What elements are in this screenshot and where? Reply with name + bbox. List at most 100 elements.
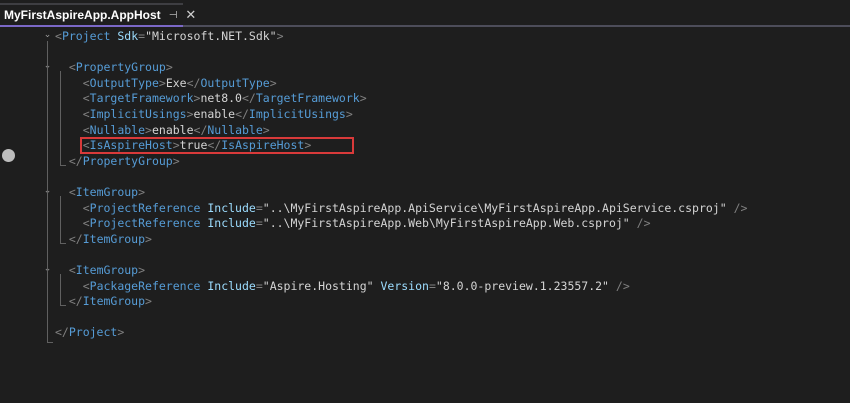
code-token: /> [733, 200, 748, 215]
code-token: > [165, 60, 173, 75]
document-tab[interactable]: MyFirstAspireApp.AppHost ⊣ ✕ [0, 3, 196, 25]
code-token: </ [68, 231, 83, 246]
code-line[interactable]: </Project> [55, 325, 747, 341]
code-token: Include [207, 200, 256, 215]
code-line[interactable] [55, 247, 747, 263]
code-text[interactable]: <Project Sdk="Microsoft.NET.Sdk"> <Prope… [55, 29, 747, 341]
code-line[interactable] [55, 45, 747, 61]
code-token: Project [61, 29, 111, 43]
code-line[interactable]: <OutputType>Exe</OutputType> [55, 76, 747, 92]
tab-title[interactable]: MyFirstAspireApp.AppHost [0, 8, 161, 22]
code-token: enable [193, 106, 236, 121]
code-token: PropertyGroup [82, 153, 173, 168]
code-token: </ [193, 122, 208, 137]
code-token: > [158, 75, 166, 90]
code-line[interactable]: <ProjectReference Include="..\MyFirstAsp… [55, 200, 748, 217]
code-token: "8.0.0-preview.1.23557.2" [435, 278, 609, 293]
code-token: > [172, 153, 180, 168]
code-line[interactable]: <ImplicitUsings>enable</ImplicitUsings> [55, 107, 747, 123]
code-token: > [138, 262, 146, 277]
code-token: Nullable [207, 122, 263, 137]
code-line[interactable]: <Nullable>enable</Nullable> [55, 123, 747, 139]
code-token: > [276, 29, 284, 43]
code-token: > [145, 122, 152, 137]
code-line[interactable]: <PropertyGroup> [55, 60, 747, 76]
code-token: Include [207, 278, 256, 293]
highlight-box [80, 137, 354, 154]
code-line[interactable] [55, 169, 747, 185]
code-line[interactable]: </ItemGroup> [55, 294, 747, 310]
code-token: TargetFramework [89, 91, 194, 106]
code-token: </ [68, 294, 83, 309]
code-token: Sdk [117, 29, 139, 43]
code-token: ImplicitUsings [89, 106, 187, 121]
code-token: PackageReference [89, 278, 201, 293]
code-editor[interactable]: ⌄ ⌄ ⌄ ⌄ <Project Sdk="Microsoft.NET.Sdk"… [0, 27, 850, 403]
code-token: < [82, 91, 90, 106]
code-line[interactable]: </ItemGroup> [55, 232, 747, 248]
code-token: "..\MyFirstAspireApp.Web\MyFirstAspireAp… [262, 216, 630, 231]
code-token: OutputType [89, 75, 159, 90]
code-token: "Aspire.Hosting" [262, 278, 374, 293]
code-token: Exe [165, 75, 187, 90]
code-token: ItemGroup [75, 184, 139, 199]
code-token: > [145, 231, 152, 246]
breakpoint-icon[interactable] [2, 149, 15, 162]
code-token: enable [151, 122, 194, 137]
code-token: > [262, 122, 270, 137]
code-token: ItemGroup [82, 231, 146, 246]
code-line[interactable]: <Project Sdk="Microsoft.NET.Sdk"> [55, 29, 747, 45]
code-token: ImplicitUsings [248, 106, 346, 121]
code-token: > [138, 184, 146, 199]
code-token: > [117, 325, 125, 340]
code-token: OutputType [200, 75, 270, 90]
code-token: > [186, 106, 194, 121]
fold-guide [47, 41, 48, 342]
code-token: < [82, 200, 90, 215]
code-token: < [82, 75, 90, 90]
code-token: < [82, 216, 90, 231]
code-line[interactable]: <ItemGroup> [55, 263, 747, 279]
code-line[interactable]: <ProjectReference Include="..\MyFirstAsp… [55, 216, 747, 232]
code-token: "..\MyFirstAspireApp.ApiService\MyFirstA… [262, 200, 727, 215]
code-token: /> [636, 216, 651, 231]
code-line[interactable]: <TargetFramework>net8.0</TargetFramework… [55, 91, 747, 107]
code-token: ProjectReference [89, 200, 201, 215]
close-icon[interactable]: ✕ [185, 8, 196, 23]
code-token: Nullable [89, 122, 146, 137]
code-line[interactable] [55, 310, 747, 326]
code-token: = [255, 278, 263, 293]
code-token: Project [68, 325, 118, 340]
code-line[interactable]: <PackageReference Include="Aspire.Hostin… [55, 279, 747, 295]
code-token: PropertyGroup [75, 60, 166, 75]
code-token: Include [207, 216, 256, 231]
code-token: > [269, 75, 277, 90]
code-token: </ [235, 106, 249, 121]
chevron-down-icon[interactable]: ⌄ [43, 31, 52, 40]
code-token: < [68, 184, 76, 199]
code-token: TargetFramework [255, 91, 360, 106]
code-token: ItemGroup [82, 294, 146, 309]
code-token: < [55, 29, 62, 43]
pin-icon[interactable]: ⊣ [169, 10, 178, 21]
code-token: ItemGroup [75, 262, 139, 277]
code-token: </ [68, 153, 83, 168]
code-token: "Microsoft.NET.Sdk" [145, 29, 277, 43]
document-tab-bar: MyFirstAspireApp.AppHost ⊣ ✕ [0, 0, 850, 25]
code-line[interactable]: <ItemGroup> [55, 185, 747, 201]
fold-guide [47, 342, 53, 343]
code-token: = [255, 200, 263, 215]
code-line[interactable]: </PropertyGroup> [55, 154, 747, 170]
code-token: > [345, 106, 353, 121]
